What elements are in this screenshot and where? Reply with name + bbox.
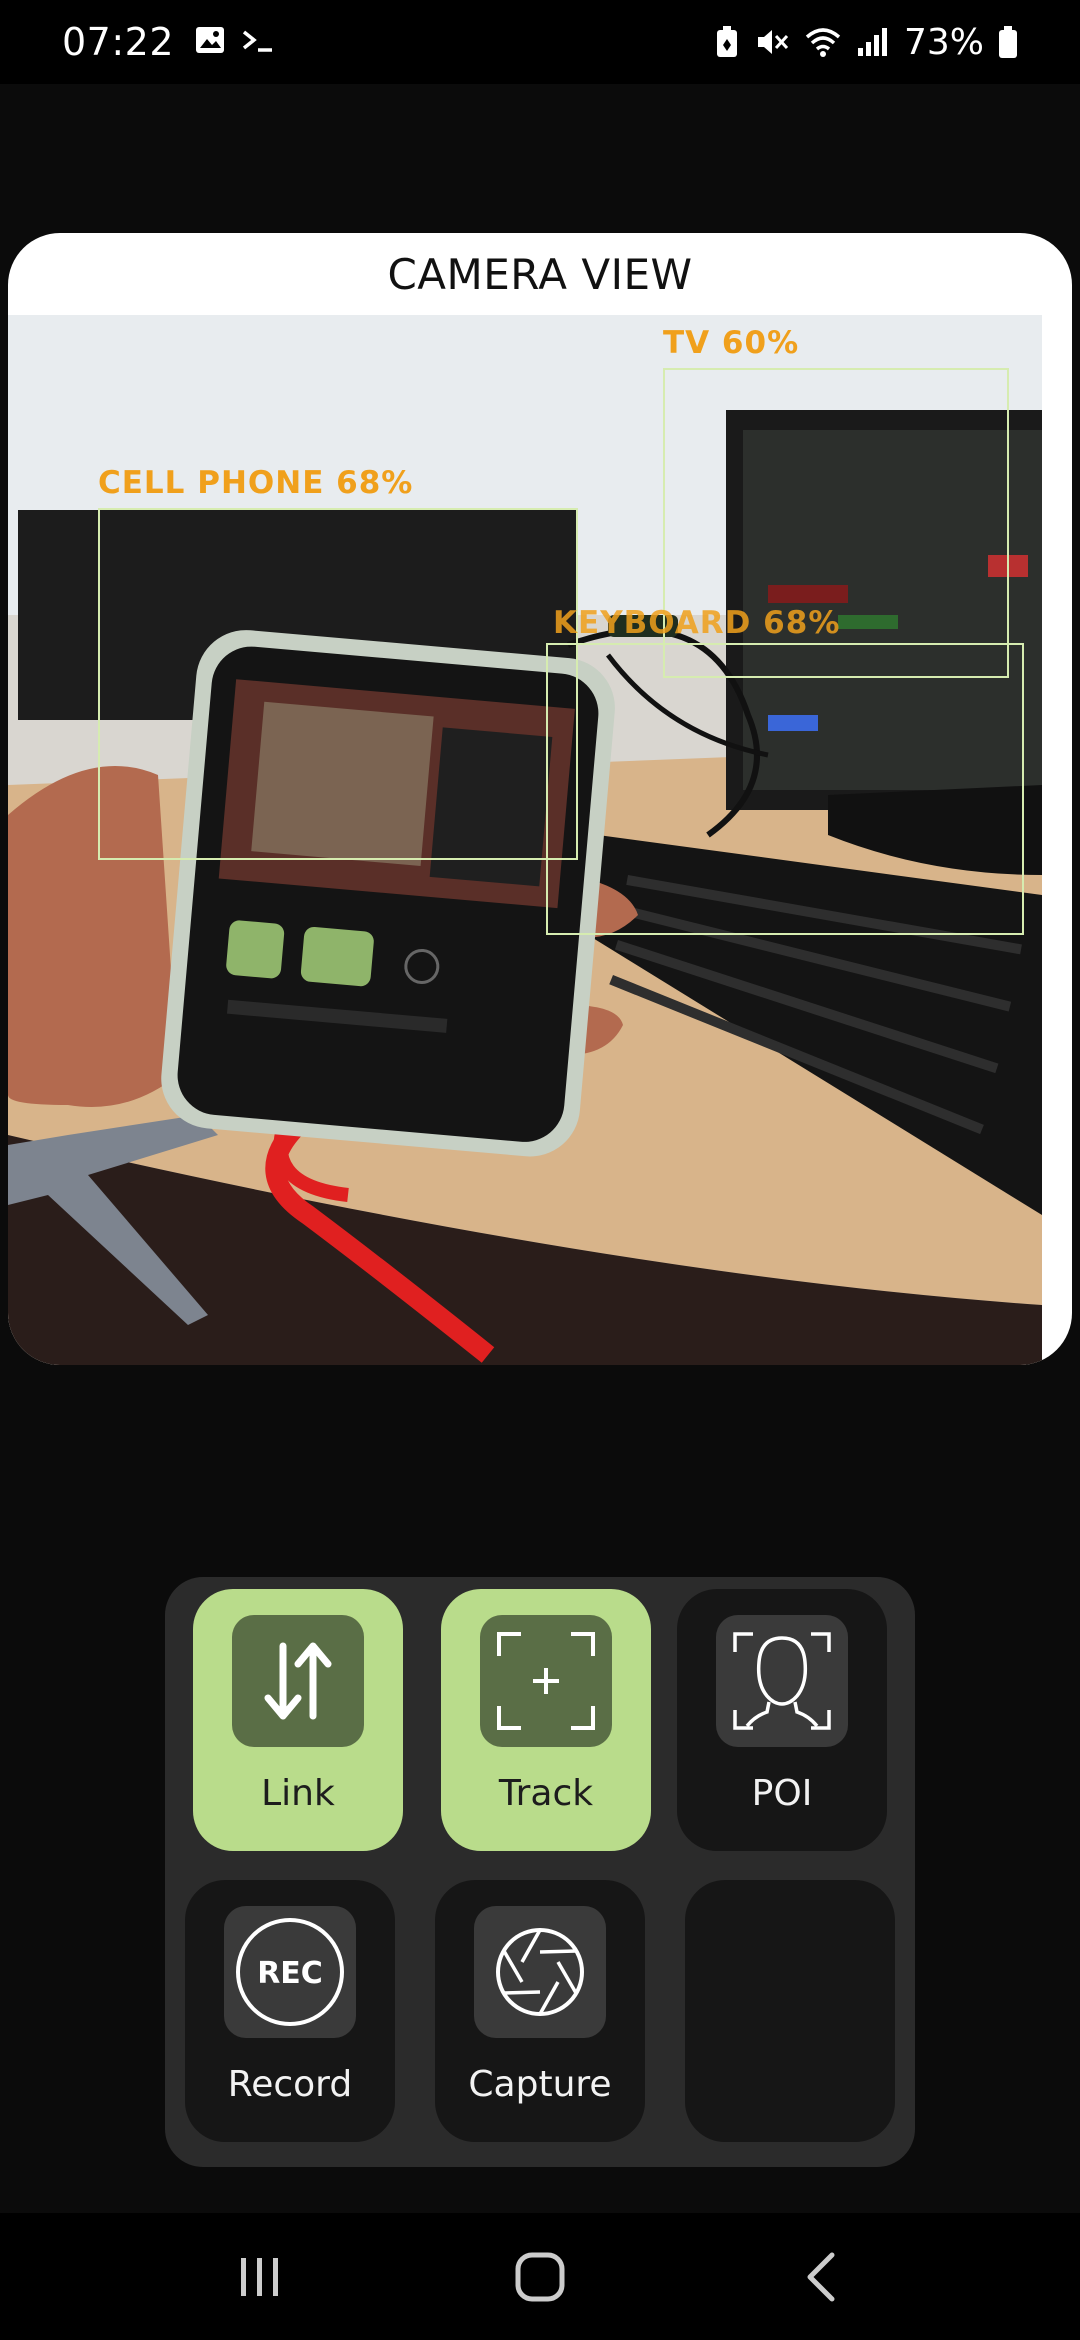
- track-crosshair-icon: [480, 1615, 612, 1747]
- terminal-icon: [240, 24, 276, 60]
- camera-view-title: CAMERA VIEW: [387, 249, 693, 299]
- aperture-icon: [474, 1906, 606, 2038]
- status-bar: 07:22 73%: [0, 0, 1080, 84]
- rec-icon-text: REC: [257, 1956, 323, 1991]
- signal-icon: [856, 26, 890, 58]
- detection-box-cell-phone: [98, 508, 578, 860]
- control-panel: Link Track POI REC Record Capture: [165, 1577, 915, 2167]
- detection-box-keyboard: [546, 643, 1024, 935]
- poi-label: POI: [751, 1773, 813, 1814]
- link-label: Link: [261, 1773, 335, 1814]
- track-button[interactable]: Track: [441, 1589, 651, 1851]
- face-scan-icon: [716, 1615, 848, 1747]
- mute-icon: [754, 25, 790, 59]
- image-icon: [194, 24, 226, 60]
- poi-button[interactable]: POI: [677, 1589, 887, 1851]
- recents-icon[interactable]: [200, 2227, 320, 2327]
- battery-icon: [998, 25, 1018, 59]
- detection-label-tv: TV 60%: [663, 325, 800, 361]
- detection-label-keyboard: KEYBOARD 68%: [553, 605, 841, 641]
- track-label: Track: [498, 1773, 594, 1814]
- wifi-icon: [804, 26, 842, 58]
- battery-percent: 73%: [903, 21, 984, 63]
- empty-slot: [685, 1880, 895, 2142]
- record-button[interactable]: REC Record: [185, 1880, 395, 2142]
- record-icon: REC: [224, 1906, 356, 2038]
- camera-feed[interactable]: TV 60% CELL PHONE 68% KEYBOARD 68%: [8, 315, 1042, 1365]
- back-icon[interactable]: [760, 2227, 880, 2327]
- camera-card: CAMERA VIEW TV 60% CELL PHONE 68% KEYBOA…: [8, 233, 1072, 1365]
- capture-label: Capture: [468, 2064, 612, 2105]
- status-time: 07:22: [62, 20, 175, 64]
- navigation-bar: [0, 2213, 1080, 2340]
- battery-saver-icon: [714, 25, 740, 59]
- link-arrows-icon: [232, 1615, 364, 1747]
- link-button[interactable]: Link: [193, 1589, 403, 1851]
- detection-label-cell-phone: CELL PHONE 68%: [98, 465, 414, 501]
- home-icon[interactable]: [480, 2227, 600, 2327]
- capture-button[interactable]: Capture: [435, 1880, 645, 2142]
- record-label: Record: [227, 2064, 353, 2105]
